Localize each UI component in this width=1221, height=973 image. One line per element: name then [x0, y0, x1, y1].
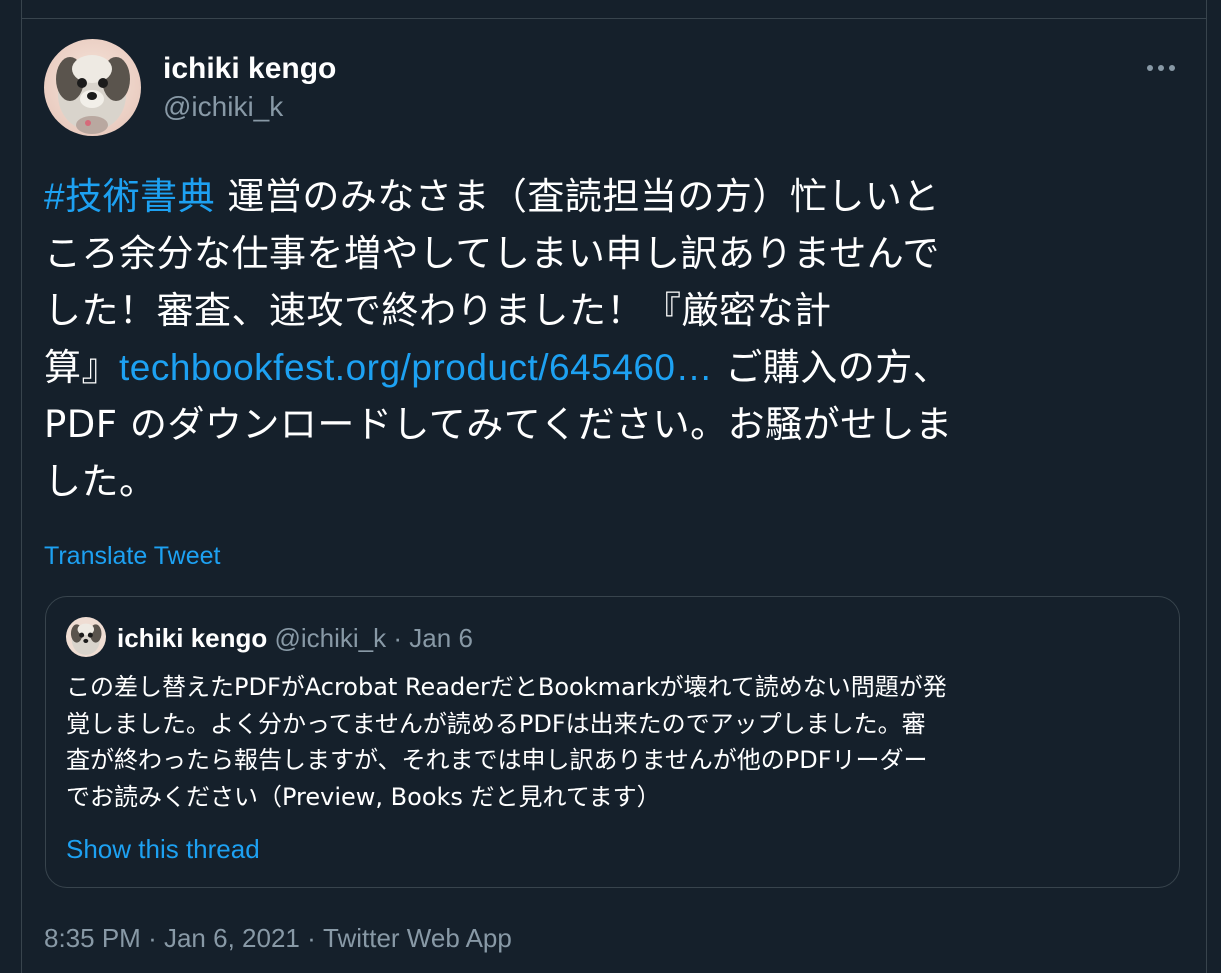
quoted-header: ichiki kengo @ichiki_k · Jan 6: [117, 621, 473, 655]
quoted-author-name: ichiki kengo: [117, 623, 268, 653]
author-name[interactable]: ichiki kengo: [163, 50, 336, 88]
author-avatar[interactable]: [44, 39, 141, 136]
quoted-line: 覚しました。よく分かってませんが読めるPDFは出来たのでアップしました。審: [66, 709, 926, 738]
quoted-date: Jan 6: [409, 623, 473, 653]
tweet-line: した。: [44, 460, 157, 503]
translate-tweet-link[interactable]: Translate Tweet: [44, 540, 220, 572]
tweet-time[interactable]: 8:35 PM: [44, 921, 141, 955]
tweet-source[interactable]: Twitter Web App: [323, 921, 512, 955]
tweet-line: PDF のダウンロードしてみてください。お騒がせしま: [44, 403, 953, 446]
product-link[interactable]: techbookfest.org/product/645460…: [119, 347, 713, 388]
meta-separator: ·: [307, 923, 316, 953]
top-divider: [21, 18, 1207, 19]
tweet-text: #技術書典 運営のみなさま（査読担当の方）忙しいと ころ余分な仕事を増やしてしま…: [44, 168, 1174, 510]
quoted-line: この差し替えたPDFがAcrobat ReaderだとBookmarkが壊れて読…: [66, 673, 947, 701]
quoted-line: 査が終わったら報告しますが、それまでは申し訳ありませんが他のPDFリーダー: [66, 746, 928, 774]
quoted-text: この差し替えたPDFがAcrobat ReaderだとBookmarkが壊れて読…: [66, 669, 1156, 815]
tweet-line: した！審査、速攻で終わりました！『厳密な計: [44, 289, 832, 332]
tweet-meta: 8:35 PM · Jan 6, 2021 · Twitter Web App: [44, 921, 512, 955]
tweet-text-segment: 算』: [44, 346, 119, 389]
tweet-line: 算』techbookfest.org/product/645460… ご購入の方…: [44, 339, 1174, 396]
quoted-line: でお読みください（Preview, Books だと見れてます）: [66, 782, 661, 811]
show-thread-link[interactable]: Show this thread: [66, 832, 260, 866]
tweet-line: #技術書典 運営のみなさま（査読担当の方）忙しいと: [44, 168, 1174, 225]
tweet-text-segment: ご購入の方、: [713, 346, 951, 389]
tweet-line: ころ余分な仕事を増やしてしまい申し訳ありませんで: [44, 232, 940, 275]
hashtag-link[interactable]: #技術書典: [44, 176, 215, 217]
quoted-author-avatar: [66, 617, 106, 657]
quoted-separator: ·: [393, 623, 403, 653]
tweet-date[interactable]: Jan 6, 2021: [164, 921, 300, 955]
meta-separator: ·: [148, 923, 157, 953]
tweet-text-segment: 運営のみなさま（査読担当の方）忙しいと: [215, 175, 940, 218]
more-icon[interactable]: [1136, 50, 1186, 86]
quoted-tweet-card[interactable]: ichiki kengo @ichiki_k · Jan 6 この差し替えたPD…: [45, 596, 1180, 888]
author-handle[interactable]: @ichiki_k: [163, 89, 283, 125]
quoted-author-handle: @ichiki_k: [274, 623, 387, 653]
